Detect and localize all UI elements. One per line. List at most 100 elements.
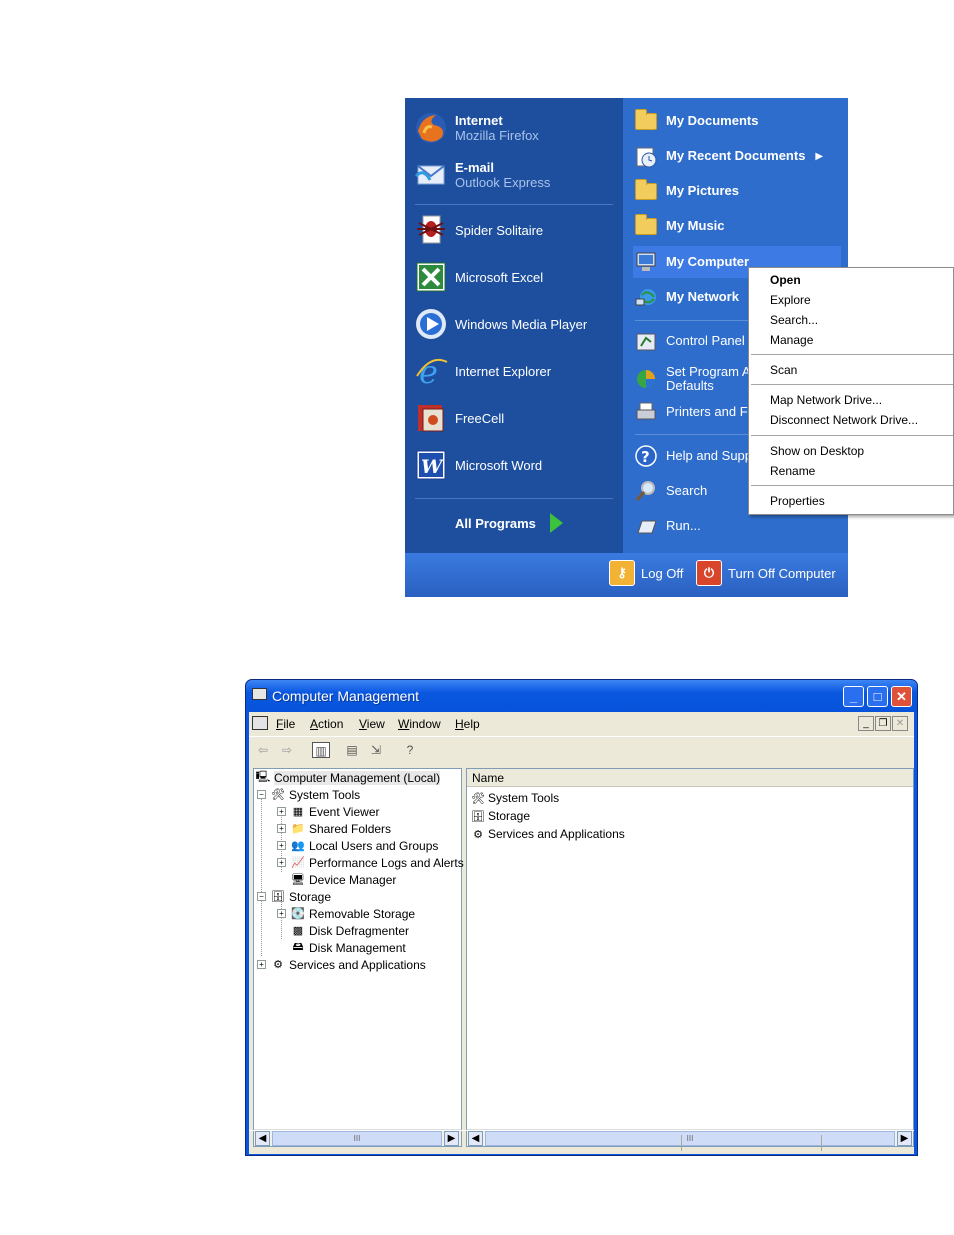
help-icon[interactable]: ? (401, 742, 419, 758)
export-list-icon[interactable]: ⇲ (367, 742, 385, 758)
menu-item-my-documents[interactable]: My Documents (633, 105, 843, 137)
context-item-scan[interactable]: Scan (770, 360, 797, 380)
context-item-manage[interactable]: Manage (770, 330, 813, 350)
mdi-restore-button[interactable]: ❐ (875, 716, 891, 731)
expand-icon[interactable]: + (277, 807, 286, 816)
tree-node-disk-defragmenter[interactable]: ▩ Disk Defragmenter (290, 922, 409, 939)
tree-node-computer-management[interactable]: 🖳 Computer Management (Local) (255, 769, 441, 786)
log-off-button[interactable]: ⚷ Log Off (609, 560, 683, 586)
context-item-explore[interactable]: Explore (770, 290, 811, 310)
menu-item-freecell[interactable]: FreeCell (413, 398, 623, 438)
mdi-minimize-button[interactable]: _ (858, 716, 874, 731)
separator (415, 204, 613, 205)
menu-item-internet-explorer[interactable]: e Internet Explorer (413, 351, 623, 391)
all-programs-button[interactable]: All Programs (455, 513, 563, 533)
menu-item-internet[interactable]: Internet Mozilla Firefox (413, 108, 623, 148)
menu-item-my-music[interactable]: My Music (633, 210, 843, 242)
menu-bar: File Action View Window Help _ ❐ ✕ (249, 712, 914, 736)
svg-text:W: W (421, 456, 444, 478)
tree-node-shared-folders[interactable]: + 📁 Shared Folders (277, 820, 391, 837)
menu-window[interactable]: Window (398, 717, 441, 731)
list-item[interactable]: ⚙ Services and Applications (470, 825, 625, 843)
power-icon: ⏻ (696, 560, 722, 586)
my-recent-documents-label: My Recent Documents (666, 148, 806, 163)
folder-icon (633, 213, 659, 239)
tree-node-storage[interactable]: − 🗄 Storage (257, 888, 331, 905)
menu-view[interactable]: View (359, 717, 385, 731)
menu-item-excel[interactable]: Microsoft Excel (413, 257, 623, 297)
tree-node-performance-logs[interactable]: + 📈 Performance Logs and Alerts (277, 854, 464, 871)
menu-item-my-pictures[interactable]: My Pictures (633, 175, 843, 207)
excel-label: Microsoft Excel (455, 269, 544, 285)
context-item-search[interactable]: Search... (770, 310, 818, 330)
tree-node-services-and-applications[interactable]: + ⚙ Services and Applications (257, 956, 426, 973)
mdi-close-button[interactable]: ✕ (892, 716, 908, 731)
tree-label: System Tools (289, 787, 361, 802)
tree-node-device-manager[interactable]: 🖥 Device Manager (290, 871, 396, 888)
properties-icon[interactable]: ▤ (343, 742, 361, 758)
internet-explorer-label: Internet Explorer (455, 363, 552, 379)
system-tools-icon: 🛠 (271, 789, 285, 801)
context-item-map-network-drive[interactable]: Map Network Drive... (770, 390, 882, 410)
context-separator (751, 384, 953, 385)
freecell-icon (413, 400, 449, 436)
tree-label: Performance Logs and Alerts (309, 855, 464, 870)
tree-node-event-viewer[interactable]: + ▦ Event Viewer (277, 803, 379, 820)
tree-node-local-users[interactable]: + 👥 Local Users and Groups (277, 837, 438, 854)
control-panel-label: Control Panel (666, 333, 745, 348)
mmc-app-icon[interactable] (252, 716, 268, 730)
list-item[interactable]: 🗄 Storage (470, 807, 530, 825)
console-tree: 🖳 Computer Management (Local) − 🛠 System… (253, 768, 464, 1147)
context-separator (751, 354, 953, 355)
context-item-properties[interactable]: Properties (770, 491, 825, 511)
tree-node-removable-storage[interactable]: + 💽 Removable Storage (277, 905, 415, 922)
removable-storage-icon: 💽 (291, 908, 305, 920)
status-divider (681, 1135, 682, 1151)
expand-icon[interactable]: + (277, 841, 286, 850)
defragmenter-icon: ▩ (292, 925, 304, 937)
title-bar[interactable]: Computer Management _ □ ✕ (246, 680, 917, 712)
context-item-show-on-desktop[interactable]: Show on Desktop (770, 441, 864, 461)
expand-icon[interactable]: + (277, 824, 286, 833)
context-item-disconnect-network-drive[interactable]: Disconnect Network Drive... (770, 410, 918, 430)
menu-item-windows-media-player[interactable]: Windows Media Player (413, 304, 623, 344)
turn-off-label: Turn Off Computer (728, 565, 836, 581)
tree-node-system-tools[interactable]: − 🛠 System Tools (257, 786, 360, 803)
computer-management-icon (252, 688, 267, 700)
expand-icon[interactable]: + (277, 909, 286, 918)
window-client: File Action View Window Help _ ❐ ✕ ⇦ ⇨ ▥… (249, 712, 914, 1154)
my-computer-label: My Computer (666, 254, 750, 269)
tree-node-disk-management[interactable]: 🖴 Disk Management (290, 939, 406, 956)
menu-help[interactable]: Help (455, 717, 480, 731)
list-item[interactable]: 🛠 System Tools (470, 789, 559, 807)
svg-text:e: e (419, 354, 438, 388)
expand-icon[interactable]: + (277, 858, 286, 867)
menu-action[interactable]: Action (310, 717, 343, 731)
menu-item-my-recent-documents[interactable]: My Recent Documents ▶ (633, 140, 843, 172)
menu-item-spider-solitaire[interactable]: Spider Solitaire (413, 210, 623, 250)
tree-label: Disk Defragmenter (309, 923, 410, 938)
menu-file[interactable]: File (276, 717, 295, 731)
maximize-button[interactable]: □ (867, 686, 888, 707)
expand-icon[interactable]: + (257, 960, 266, 969)
outlook-express-icon (413, 157, 449, 193)
close-button[interactable]: ✕ (891, 686, 912, 707)
column-header-name[interactable]: Name (467, 769, 913, 787)
collapse-icon[interactable]: − (257, 790, 266, 799)
minimize-button[interactable]: _ (843, 686, 864, 707)
tree-label: Disk Management (309, 940, 406, 955)
turn-off-computer-button[interactable]: ⏻ Turn Off Computer (696, 560, 836, 586)
menu-item-word[interactable]: W Microsoft Word (413, 445, 623, 485)
computer-management-window: Computer Management _ □ ✕ File Action Vi… (245, 679, 918, 1156)
show-hide-console-tree-icon[interactable]: ▥ (312, 742, 330, 758)
search-label: Search (666, 483, 708, 498)
menu-file-label: ile (283, 717, 296, 731)
context-item-open[interactable]: Open (770, 270, 801, 290)
menu-view-label: iew (366, 717, 385, 731)
tree-label: Event Viewer (309, 804, 380, 819)
menu-item-email[interactable]: E-mail Outlook Express (413, 155, 623, 195)
collapse-icon[interactable]: − (257, 892, 266, 901)
context-item-rename[interactable]: Rename (770, 461, 815, 481)
forward-icon[interactable]: ⇨ (278, 742, 296, 758)
back-icon[interactable]: ⇦ (254, 742, 272, 758)
